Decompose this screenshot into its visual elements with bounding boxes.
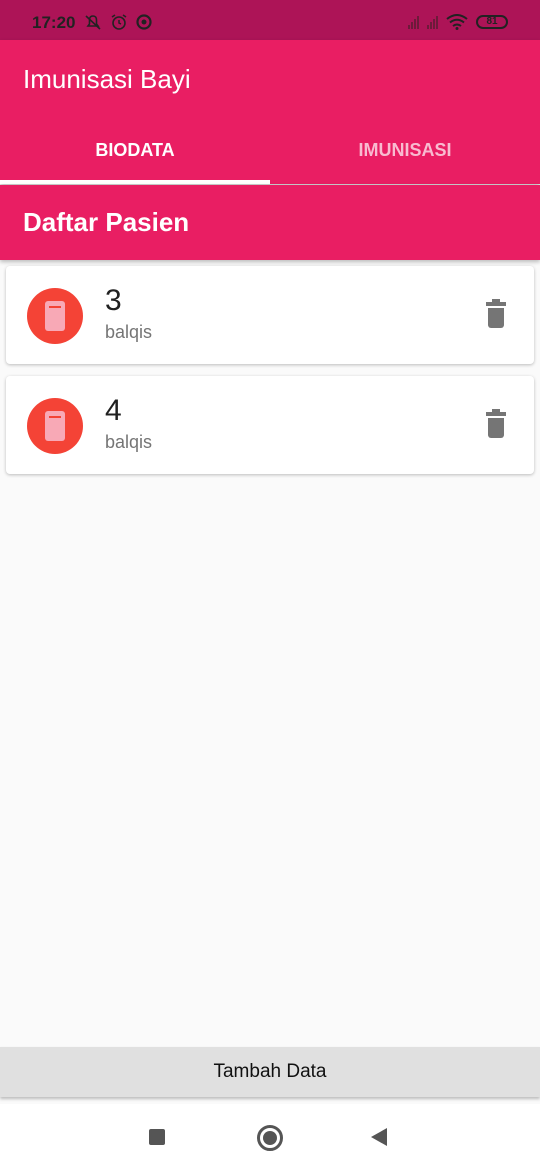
tab-label: IMUNISASI: [358, 140, 452, 160]
status-time: 17:20: [32, 13, 76, 32]
tab-biodata[interactable]: BIODATA: [0, 136, 270, 184]
navigation-bar: [0, 1104, 540, 1170]
phone-icon: [27, 288, 83, 344]
recents-icon[interactable]: [149, 1129, 165, 1145]
patient-name: balqis: [105, 322, 153, 342]
wifi-icon: [446, 14, 468, 30]
home-icon[interactable]: [257, 1125, 283, 1151]
app-title: Imunisasi Bayi: [23, 64, 191, 94]
patient-card[interactable]: 4 balqis: [6, 376, 534, 474]
back-icon[interactable]: [371, 1128, 387, 1146]
trash-icon[interactable]: [486, 299, 506, 328]
patient-number: 3: [105, 284, 122, 317]
silent-bell-icon: [85, 15, 101, 30]
section-header: Daftar Pasien: [0, 185, 540, 260]
signal-icon: [427, 15, 438, 29]
section-title: Daftar Pasien: [23, 207, 190, 237]
tab-indicator: [0, 180, 270, 184]
signal-icon: [408, 15, 419, 29]
patient-number: 4: [105, 394, 122, 427]
status-icons-right: 81: [408, 14, 508, 30]
phone-icon: [27, 398, 83, 454]
tab-label: BIODATA: [95, 140, 175, 160]
status-icons-left: [84, 14, 152, 30]
battery-icon: 81: [476, 15, 508, 29]
add-data-button[interactable]: Tambah Data: [0, 1047, 540, 1097]
patient-card[interactable]: 3 balqis: [6, 266, 534, 364]
app-bar: Imunisasi Bayi BIODATA IMUNISASI: [0, 40, 540, 184]
vpn-icon: [136, 14, 152, 30]
tab-imunisasi[interactable]: IMUNISASI: [270, 136, 540, 184]
status-bar: 17:20 81: [0, 0, 540, 40]
patient-name: balqis: [105, 432, 153, 452]
trash-icon[interactable]: [486, 409, 506, 438]
alarm-icon: [111, 14, 127, 30]
